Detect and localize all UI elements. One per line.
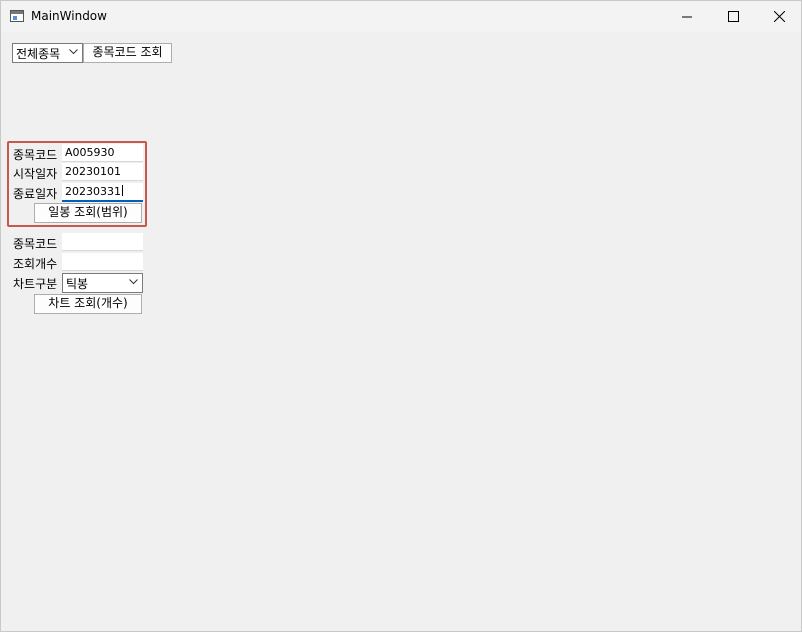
count-code-label: 종목코드: [13, 237, 58, 251]
title-bar[interactable]: MainWindow: [1, 1, 801, 32]
chevron-down-icon: [69, 49, 78, 55]
start-date-label: 시작일자: [13, 167, 58, 181]
maximize-button[interactable]: [710, 1, 756, 32]
minimize-icon: [682, 16, 692, 17]
count-input[interactable]: [62, 253, 143, 271]
count-code-input[interactable]: [62, 233, 143, 251]
chart-type-label: 차트구분: [13, 277, 58, 291]
app-window-icon: [10, 10, 24, 22]
minimize-button[interactable]: [664, 1, 710, 32]
range-code-input[interactable]: A005930: [62, 144, 143, 162]
chart-type-select[interactable]: 틱봉: [62, 273, 143, 293]
end-date-value: 20230331: [65, 185, 121, 198]
close-icon: [773, 11, 785, 22]
end-date-label: 종료일자: [13, 187, 58, 201]
chart-count-submit-button[interactable]: 차트 조회(개수): [34, 294, 142, 314]
window-title: MainWindow: [31, 9, 107, 23]
chevron-down-icon: [129, 279, 138, 285]
text-caret: [122, 185, 123, 196]
start-date-input[interactable]: 20230101: [62, 163, 143, 181]
market-select-value: 전체종목: [16, 47, 61, 61]
market-select[interactable]: 전체종목: [12, 43, 83, 63]
maximize-icon: [727, 11, 739, 22]
main-window: MainWindow 전체종목 종목코드 조회 종목코드 A005930 시작일…: [0, 0, 802, 632]
chart-type-value: 틱봉: [66, 277, 89, 291]
count-label: 조회개수: [13, 257, 58, 271]
end-date-input[interactable]: 20230331: [62, 183, 143, 202]
daily-range-submit-button[interactable]: 일봉 조회(범위): [34, 203, 142, 223]
close-button[interactable]: [756, 1, 802, 32]
lookup-code-button[interactable]: 종목코드 조회: [83, 43, 172, 63]
range-code-label: 종목코드: [13, 148, 58, 162]
